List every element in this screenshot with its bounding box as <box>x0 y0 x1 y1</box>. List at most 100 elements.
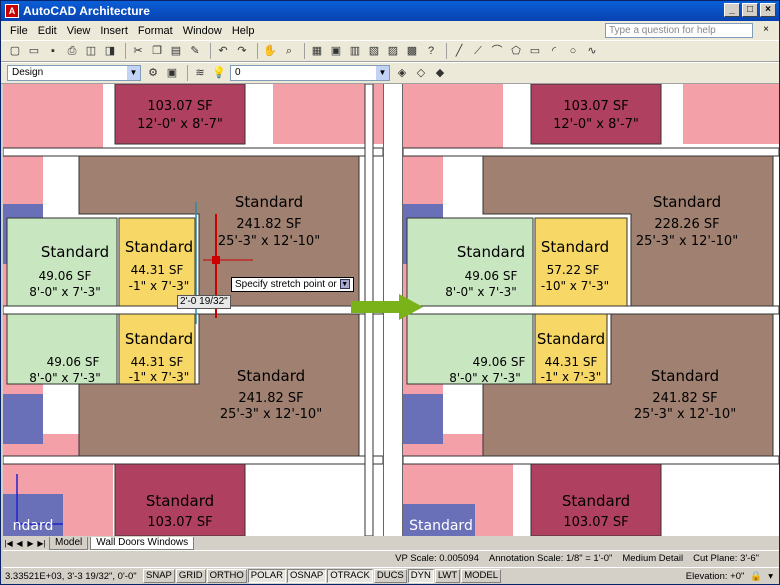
osnap-toggle[interactable]: OSNAP <box>286 569 327 583</box>
right-upper-closet-name: Standard <box>541 238 609 256</box>
menu-help[interactable]: Help <box>227 25 260 37</box>
tab-wall-doors-windows[interactable]: Wall Doors Windows <box>90 536 195 550</box>
rectangle-icon[interactable]: ▭ <box>527 43 543 59</box>
line-icon[interactable]: ╱ <box>451 43 467 59</box>
help-search-input[interactable]: Type a question for help <box>605 23 753 38</box>
right-top-room-area: 103.07 SF <box>563 99 628 114</box>
layer-select[interactable]: 0 ▼ <box>230 65 390 81</box>
redo-icon[interactable]: ↷ <box>234 43 250 59</box>
drawing-area[interactable]: 103.07 SF 12'-0" x 8'-7" Standard 241.82… <box>3 84 779 536</box>
polygon-icon[interactable]: ⬠ <box>508 43 524 59</box>
lwt-toggle[interactable]: LWT <box>434 569 461 583</box>
grid-toggle[interactable]: GRID <box>175 569 206 583</box>
properties-icon[interactable]: ▦ <box>309 43 325 59</box>
chevron-down-icon: ▼ <box>127 66 140 80</box>
layout-tabs: |◀ ◀ ▶ ▶| Model Wall Doors Windows <box>3 536 779 550</box>
ducs-toggle[interactable]: DUCS <box>373 569 407 583</box>
pan-icon[interactable]: ✋ <box>262 43 278 59</box>
left-bottom-room-name: Standard <box>146 492 214 510</box>
left-upper-bath-name: Standard <box>41 243 109 261</box>
zoom-icon[interactable]: ⌕ <box>281 43 297 59</box>
autocad-logo-icon: A <box>5 4 19 18</box>
left-upper-closet-name: Standard <box>125 238 193 256</box>
left-bottom-room-area: 103.07 SF <box>147 515 212 530</box>
ortho-toggle[interactable]: ORTHO <box>206 569 247 583</box>
lock-icon[interactable]: 🔒 <box>750 571 762 582</box>
right-viewport[interactable]: 103.07 SF 12'-0" x 8'-7" Standard 228.26… <box>403 84 779 536</box>
tool-palettes-icon[interactable]: ▥ <box>347 43 363 59</box>
cut-plane[interactable]: Cut Plane: 3'-6" <box>693 553 759 564</box>
right-lower-bath-area: 49.06 SF <box>473 355 526 369</box>
layer-states-icon[interactable]: ◆ <box>432 65 448 81</box>
make-current-layer-icon[interactable]: ◈ <box>394 65 410 81</box>
menu-window[interactable]: Window <box>178 25 227 37</box>
snap-toggle[interactable]: SNAP <box>143 569 175 583</box>
tab-model[interactable]: Model <box>49 536 89 550</box>
polyline-icon[interactable]: ⌒ <box>489 43 505 59</box>
construction-line-icon[interactable]: ⟋ <box>470 43 486 59</box>
right-bottom-room-area: 103.07 SF <box>563 515 628 530</box>
workspace-save-icon[interactable]: ▣ <box>164 65 180 81</box>
workspace-value: Design <box>12 67 44 78</box>
polar-toggle[interactable]: POLAR <box>247 569 286 583</box>
drawing-status-bar: VP Scale: 0.005094 Annotation Scale: 1/8… <box>3 550 779 565</box>
chevron-down-icon: ▼ <box>376 66 389 80</box>
right-upper-closet-area: 57.22 SF <box>547 263 600 277</box>
spline-icon[interactable]: ∿ <box>584 43 600 59</box>
preview-icon[interactable]: ◫ <box>83 43 99 59</box>
maximize-button[interactable]: □ <box>742 3 758 17</box>
save-icon[interactable]: ▪ <box>45 43 61 59</box>
sheet-set-icon[interactable]: ▧ <box>366 43 382 59</box>
annotation-scale[interactable]: Annotation Scale: 1/8" = 1'-0" <box>489 553 612 564</box>
display-detail[interactable]: Medium Detail <box>622 553 683 564</box>
otrack-toggle[interactable]: OTRACK <box>327 569 373 583</box>
layer-previous-icon[interactable]: ◇ <box>413 65 429 81</box>
last-tab-icon[interactable]: ▶| <box>36 539 47 548</box>
right-lower-closet-dims: -1" x 7'-3" <box>541 370 602 384</box>
plot-icon[interactable]: ⎙ <box>64 43 80 59</box>
menu-file[interactable]: File <box>5 25 33 37</box>
workspace-select[interactable]: Design ▼ <box>7 65 141 81</box>
prev-tab-icon[interactable]: ◀ <box>14 539 25 548</box>
cut-icon[interactable]: ✂ <box>130 43 146 59</box>
copy-icon[interactable]: ❐ <box>149 43 165 59</box>
menu-view[interactable]: View <box>62 25 96 37</box>
right-bottom-room-name: Standard <box>562 492 630 510</box>
undo-icon[interactable]: ↶ <box>215 43 231 59</box>
chevron-down-icon[interactable]: ▼ <box>339 279 350 290</box>
tray-settings-icon[interactable]: ▾ <box>768 571 773 582</box>
menu-insert[interactable]: Insert <box>95 25 133 37</box>
first-tab-icon[interactable]: |◀ <box>3 539 14 548</box>
model-toggle[interactable]: MODEL <box>461 569 501 583</box>
markup-icon[interactable]: ▨ <box>385 43 401 59</box>
left-top-room-dims: 12'-0" x 8'-7" <box>137 117 223 132</box>
help-close-icon[interactable]: × <box>759 23 773 37</box>
new-icon[interactable]: ▢ <box>7 43 23 59</box>
vp-scale[interactable]: VP Scale: 0.005094 <box>395 553 479 564</box>
minimize-button[interactable]: _ <box>724 3 740 17</box>
design-center-icon[interactable]: ▣ <box>328 43 344 59</box>
paste-icon[interactable]: ▤ <box>168 43 184 59</box>
right-upper-standard-name: Standard <box>653 193 721 211</box>
calculator-icon[interactable]: ▩ <box>404 43 420 59</box>
workspace-settings-icon[interactable]: ⚙ <box>145 65 161 81</box>
menu-format[interactable]: Format <box>133 25 178 37</box>
circle-icon[interactable]: ○ <box>565 43 581 59</box>
layer-manager-icon[interactable]: ≋ <box>192 65 208 81</box>
menu-edit[interactable]: Edit <box>33 25 62 37</box>
next-tab-icon[interactable]: ▶ <box>25 539 36 548</box>
left-lower-standard-area: 241.82 SF <box>238 391 303 406</box>
close-button[interactable]: × <box>760 3 776 17</box>
left-lower-standard-name: Standard <box>237 367 305 385</box>
publish-icon[interactable]: ◨ <box>102 43 118 59</box>
arc-icon[interactable]: ◜ <box>546 43 562 59</box>
dyn-toggle[interactable]: DYN <box>407 569 434 583</box>
open-icon[interactable]: ▭ <box>26 43 42 59</box>
match-properties-icon[interactable]: ✎ <box>187 43 203 59</box>
workspace-toolbar: Design ▼ ⚙ ▣ ≋ 💡 0 ▼ ◈ ◇ ◆ <box>1 62 779 84</box>
help-icon[interactable]: ? <box>423 43 439 59</box>
lightbulb-icon[interactable]: 💡 <box>211 65 227 81</box>
elevation[interactable]: Elevation: +0" <box>686 571 745 582</box>
left-viewport[interactable]: 103.07 SF 12'-0" x 8'-7" Standard 241.82… <box>3 84 383 536</box>
dynamic-dimension-input[interactable]: 2'-0 19/32" <box>177 295 231 309</box>
